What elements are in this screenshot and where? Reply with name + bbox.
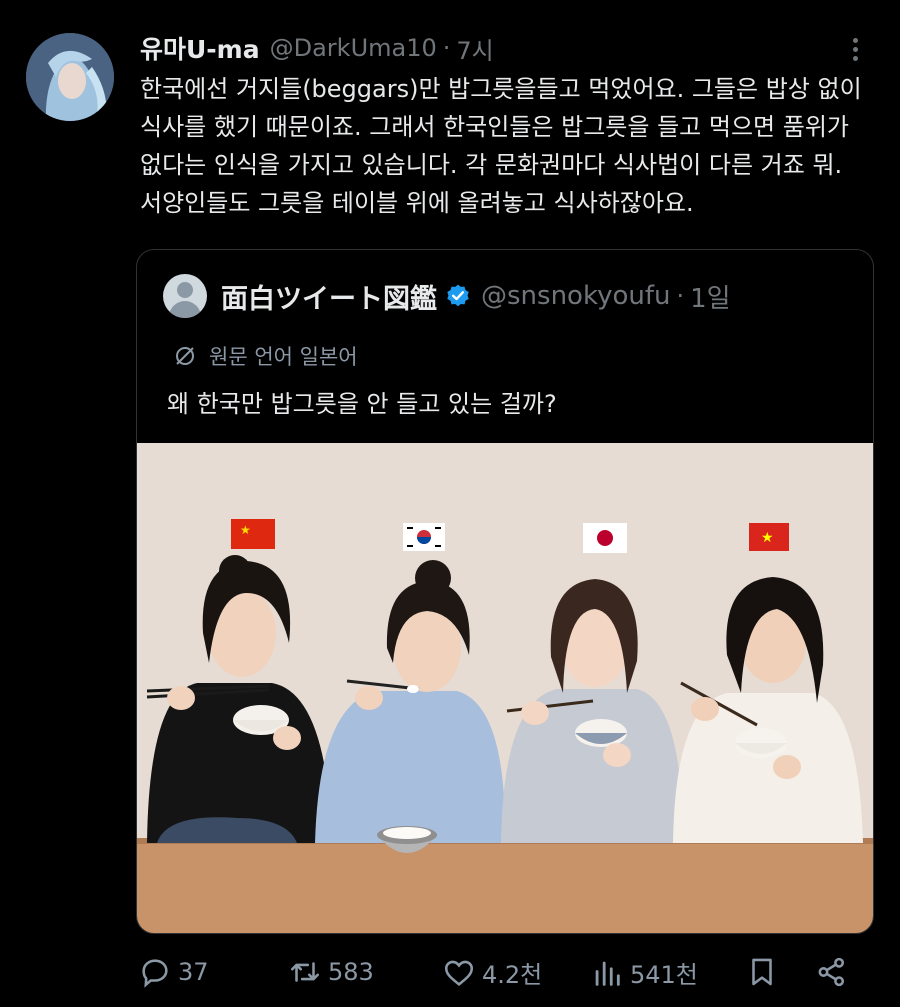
author-handle[interactable]: @DarkUma10 [270, 34, 437, 62]
translate-icon [176, 347, 194, 365]
separator: · [442, 34, 451, 62]
vietnam-flag-icon: ★ [749, 523, 789, 551]
quoted-tweet-text: 왜 한국만 밥그릇을 안 들고 있는 걸까? [167, 390, 557, 418]
translation-note[interactable]: 원문 언어 일본어 [173, 341, 358, 371]
share-icon [818, 957, 845, 987]
like-button[interactable]: 4.2천 [442, 955, 542, 990]
quoted-tweet[interactable]: 面白ツイート図鑑 @snsnokyoufu · 1일 원문 언어 일본어 왜 한… [136, 249, 874, 934]
tweet-text-line: 식사를 했기 때문이죠. 그래서 한국인들은 밥그릇을 들고 먹으면 품위가 [140, 113, 849, 141]
tweet-text-line: 서양인들도 그릇을 테이블 위에 올려놓고 식사하잖아요. [140, 189, 694, 217]
translation-note-label: 원문 언어 일본어 [209, 345, 358, 369]
repost-button[interactable]: 583 [288, 955, 374, 989]
reply-button[interactable]: 37 [138, 955, 209, 989]
quoted-tweet-header: 面白ツイート図鑑 @snsnokyoufu · 1일 [163, 274, 731, 318]
timestamp[interactable]: 7시 [456, 31, 493, 66]
tweet-text-line: 없다는 인식을 가지고 있습니다. 각 문화권마다 식사법이 다른 거죠 뭐. [140, 151, 843, 179]
reply-count: 37 [178, 958, 209, 986]
tweet: 유마U-ma @DarkUma10 · 7시 한국에선 거지들(beggars)… [0, 0, 900, 1007]
action-bar: 37 583 4.2천 541천 [0, 955, 900, 999]
more-options-icon[interactable] [848, 38, 862, 64]
views-button[interactable]: 541천 [590, 955, 698, 990]
reply-icon [142, 959, 168, 988]
svg-text:★: ★ [240, 523, 251, 537]
quoted-timestamp[interactable]: 1일 [690, 278, 730, 315]
default-avatar-icon[interactable] [163, 274, 207, 318]
quoted-author-name[interactable]: 面白ツイート図鑑 [221, 277, 437, 316]
author-name[interactable]: 유마U-ma [140, 30, 260, 66]
verified-badge-icon [447, 284, 469, 307]
avatar[interactable] [26, 33, 114, 121]
heart-icon [444, 960, 474, 986]
china-flag-icon: ★ [231, 519, 275, 549]
quoted-tweet-photo[interactable]: ★ ★ [137, 443, 873, 933]
repost-count: 583 [328, 958, 374, 986]
tweet-text: 한국에선 거지들(beggars)만 밥그릇을들고 먹었어요. 그들은 밥상 없… [140, 70, 880, 222]
tweet-header: 유마U-ma @DarkUma10 · 7시 [140, 30, 494, 66]
tweet-text-line: 한국에선 거지들(beggars)만 밥그릇을들고 먹었어요. 그들은 밥상 없… [140, 75, 862, 103]
bookmark-button[interactable] [745, 955, 785, 989]
korea-flag-icon [403, 523, 445, 551]
bookmark-icon [752, 958, 772, 986]
like-count: 4.2천 [482, 961, 543, 989]
quoted-author-handle[interactable]: @snsnokyoufu [481, 281, 671, 311]
view-count: 541천 [630, 961, 698, 989]
share-button[interactable] [815, 955, 855, 989]
svg-text:★: ★ [761, 530, 774, 546]
separator: · [676, 282, 685, 310]
views-chart-icon [595, 961, 620, 986]
repost-icon [290, 962, 320, 982]
japan-flag-icon [583, 523, 627, 553]
